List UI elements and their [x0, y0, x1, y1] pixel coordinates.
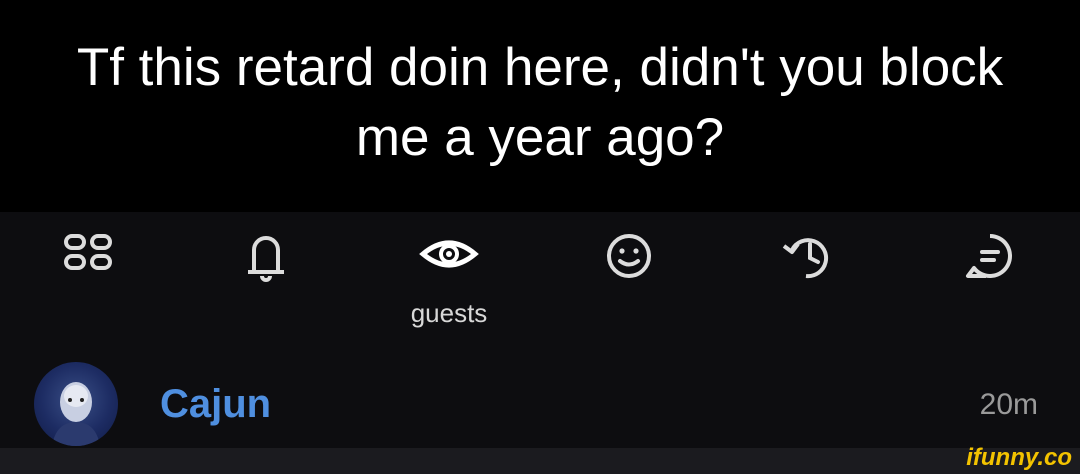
guest-username[interactable]: Cajun: [160, 382, 271, 427]
guest-list-item[interactable]: Cajun 20m: [0, 332, 1080, 448]
avatar-portrait: [52, 382, 100, 446]
nav-item-history[interactable]: [748, 230, 868, 330]
smiley-icon: [607, 234, 651, 278]
nav-item-smiley[interactable]: [569, 230, 689, 330]
app-panel: guests Cajun 20m: [0, 212, 1080, 448]
bottom-strip: [0, 448, 1080, 474]
eye-icon: [419, 240, 479, 268]
nav-label-guests: guests: [410, 298, 488, 328]
caption-bar: Tf this retard doin here, didn't you blo…: [0, 0, 1080, 212]
chat-icon: [966, 234, 1012, 278]
nav-item-notifications[interactable]: [206, 230, 326, 330]
guest-visit-time: 20m: [979, 388, 1038, 421]
avatar[interactable]: [34, 362, 118, 446]
bell-icon: [248, 236, 284, 282]
nav-bar: guests: [0, 212, 1080, 332]
watermark: ifunny.co: [966, 444, 1072, 471]
grid-icon: [64, 234, 112, 270]
nav-item-grid[interactable]: [30, 230, 150, 330]
caption-text: Tf this retard doin here, didn't you blo…: [76, 38, 1004, 167]
nav-item-chat[interactable]: [930, 230, 1050, 330]
nav-item-guests[interactable]: guests: [389, 230, 509, 330]
history-icon: [782, 238, 829, 279]
